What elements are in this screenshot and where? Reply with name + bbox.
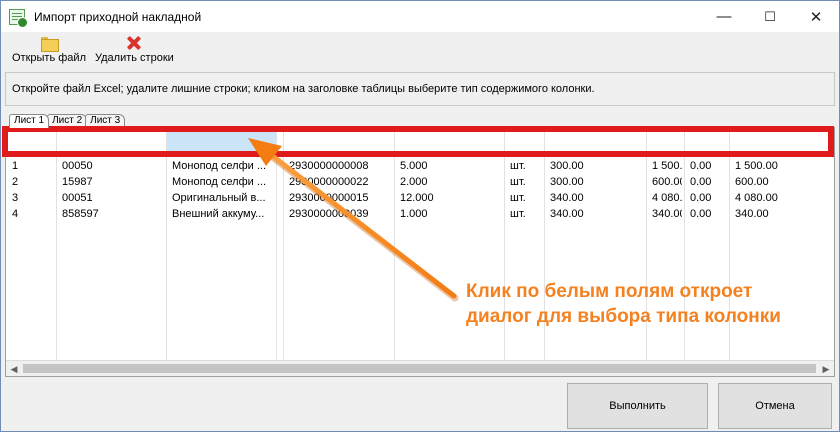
execute-button[interactable]: Выполнить: [567, 383, 708, 429]
table-cell: 00051: [62, 192, 93, 204]
table-cell: 1 500.00: [652, 160, 682, 172]
annotation-line-2: диалог для выбора типа колонки: [466, 306, 781, 327]
column-type-cell[interactable]: [6, 128, 56, 156]
table-cell: 4: [12, 208, 19, 220]
maximize-button[interactable]: ☐: [747, 1, 793, 32]
column-type-cell[interactable]: [544, 128, 646, 156]
table-cell: 0.00: [690, 208, 712, 220]
annotation-line-1: Клик по белым полям откроет: [466, 281, 753, 302]
window-controls: — ☐ ✕: [701, 1, 839, 32]
column-type-cell[interactable]: [166, 128, 276, 156]
table-cell: 0.00: [690, 192, 712, 204]
scroll-right-icon[interactable]: ▶: [818, 361, 834, 376]
table-cell: Внешний аккуму...: [172, 208, 265, 220]
column-divider: [276, 128, 277, 360]
open-file-button[interactable]: Открыть файл: [12, 32, 86, 70]
table-cell: 600.00: [652, 176, 682, 188]
minimize-button[interactable]: —: [701, 1, 747, 32]
table-cell: 2.000: [400, 176, 428, 188]
close-button[interactable]: ✕: [793, 1, 839, 32]
table-cell: шт.: [510, 208, 526, 220]
table-row[interactable]: 1 00050 Монопод селфи ... 2930000000008 5.00…: [6, 158, 834, 174]
column-type-cell[interactable]: [56, 128, 166, 156]
column-divider: [283, 128, 284, 360]
table-cell: 2930000000015: [289, 192, 369, 204]
table-cell: шт.: [510, 176, 526, 188]
table-cell: 600.00: [735, 176, 769, 188]
open-file-label: Открыть файл: [12, 52, 86, 64]
table-cell: 3: [12, 192, 19, 204]
table-row[interactable]: 4 858597 Внешний аккуму... 2930000000039 1.0…: [6, 206, 834, 222]
toolbar: Открыть файл Удалить строки: [1, 32, 839, 70]
footer: Выполнить Отмена: [1, 379, 839, 431]
table-cell: 340.00: [550, 192, 584, 204]
column-type-cell[interactable]: [646, 128, 684, 156]
table-cell: шт.: [510, 192, 526, 204]
table-cell: 1.000: [400, 208, 428, 220]
table-cell: 1: [12, 160, 19, 172]
column-type-cell[interactable]: [729, 128, 834, 156]
table-row[interactable]: 3 00051 Оригинальный в... 2930000000015 12.0…: [6, 190, 834, 206]
table-cell: 4 080.00: [735, 192, 778, 204]
column-type-cell[interactable]: [504, 128, 544, 156]
instruction-panel: Откройте файл Excel; удалите лишние стро…: [5, 72, 835, 106]
table-cell: 12.000: [400, 192, 434, 204]
table-cell: Монопод селфи ...: [172, 176, 266, 188]
import-dialog: Импорт приходной накладной — ☐ ✕ Открыть…: [0, 0, 840, 432]
column-divider: [166, 128, 167, 360]
table-cell: 1 500.00: [735, 160, 778, 172]
table-cell: 2930000000022: [289, 176, 369, 188]
delete-rows-button[interactable]: Удалить строки: [95, 32, 174, 70]
table-cell: 340.00: [550, 208, 584, 220]
data-grid[interactable]: 1 00050 Монопод селфи ... 2930000000008 5.00…: [5, 127, 835, 377]
folder-icon: [41, 37, 59, 52]
horizontal-scrollbar[interactable]: ◀ ▶: [6, 360, 834, 376]
table-cell: 340.00: [652, 208, 682, 220]
column-divider: [56, 128, 57, 360]
table-cell: 340.00: [735, 208, 769, 220]
column-type-cell[interactable]: [276, 128, 283, 156]
table-cell: Оригинальный в...: [172, 192, 266, 204]
table-row[interactable]: 2 15987 Монопод селфи ... 2930000000022 2.00…: [6, 174, 834, 190]
table-cell: 300.00: [550, 176, 584, 188]
delete-rows-label: Удалить строки: [95, 52, 174, 64]
cancel-button[interactable]: Отмена: [718, 383, 832, 429]
table-cell: 2930000000008: [289, 160, 369, 172]
delete-icon: [127, 36, 141, 50]
window-title: Импорт приходной накладной: [34, 9, 202, 24]
title-bar: Импорт приходной накладной — ☐ ✕: [1, 1, 839, 32]
table-cell: 5.000: [400, 160, 428, 172]
table-cell: 2930000000039: [289, 208, 369, 220]
table-import-icon: [9, 8, 28, 28]
table-cell: 0.00: [690, 160, 712, 172]
table-cell: 4 080.00: [652, 192, 682, 204]
table-cell: 15987: [62, 176, 93, 188]
sheet-tabs: Лист 1 Лист 2 Лист 3: [9, 114, 126, 128]
table-cell: 0.00: [690, 176, 712, 188]
column-type-cell[interactable]: [394, 128, 504, 156]
table-cell: 300.00: [550, 160, 584, 172]
table-cell: 858597: [62, 208, 99, 220]
annotation-text: Клик по белым полям откроет диалог для в…: [466, 279, 838, 329]
column-divider: [394, 128, 395, 360]
column-type-row: [6, 128, 834, 156]
column-type-cell[interactable]: [684, 128, 729, 156]
instruction-text: Откройте файл Excel; удалите лишние стро…: [12, 83, 595, 95]
scroll-thumb[interactable]: [23, 364, 816, 373]
tab-sheet-1[interactable]: Лист 1: [9, 114, 50, 128]
table-cell: шт.: [510, 160, 526, 172]
table-cell: Монопод селфи ...: [172, 160, 266, 172]
tab-sheet-2[interactable]: Лист 2: [47, 114, 88, 128]
column-type-cell[interactable]: [283, 128, 394, 156]
tab-sheet-3[interactable]: Лист 3: [85, 114, 126, 128]
table-cell: 00050: [62, 160, 93, 172]
table-cell: 2: [12, 176, 19, 188]
scroll-left-icon[interactable]: ◀: [6, 361, 22, 376]
